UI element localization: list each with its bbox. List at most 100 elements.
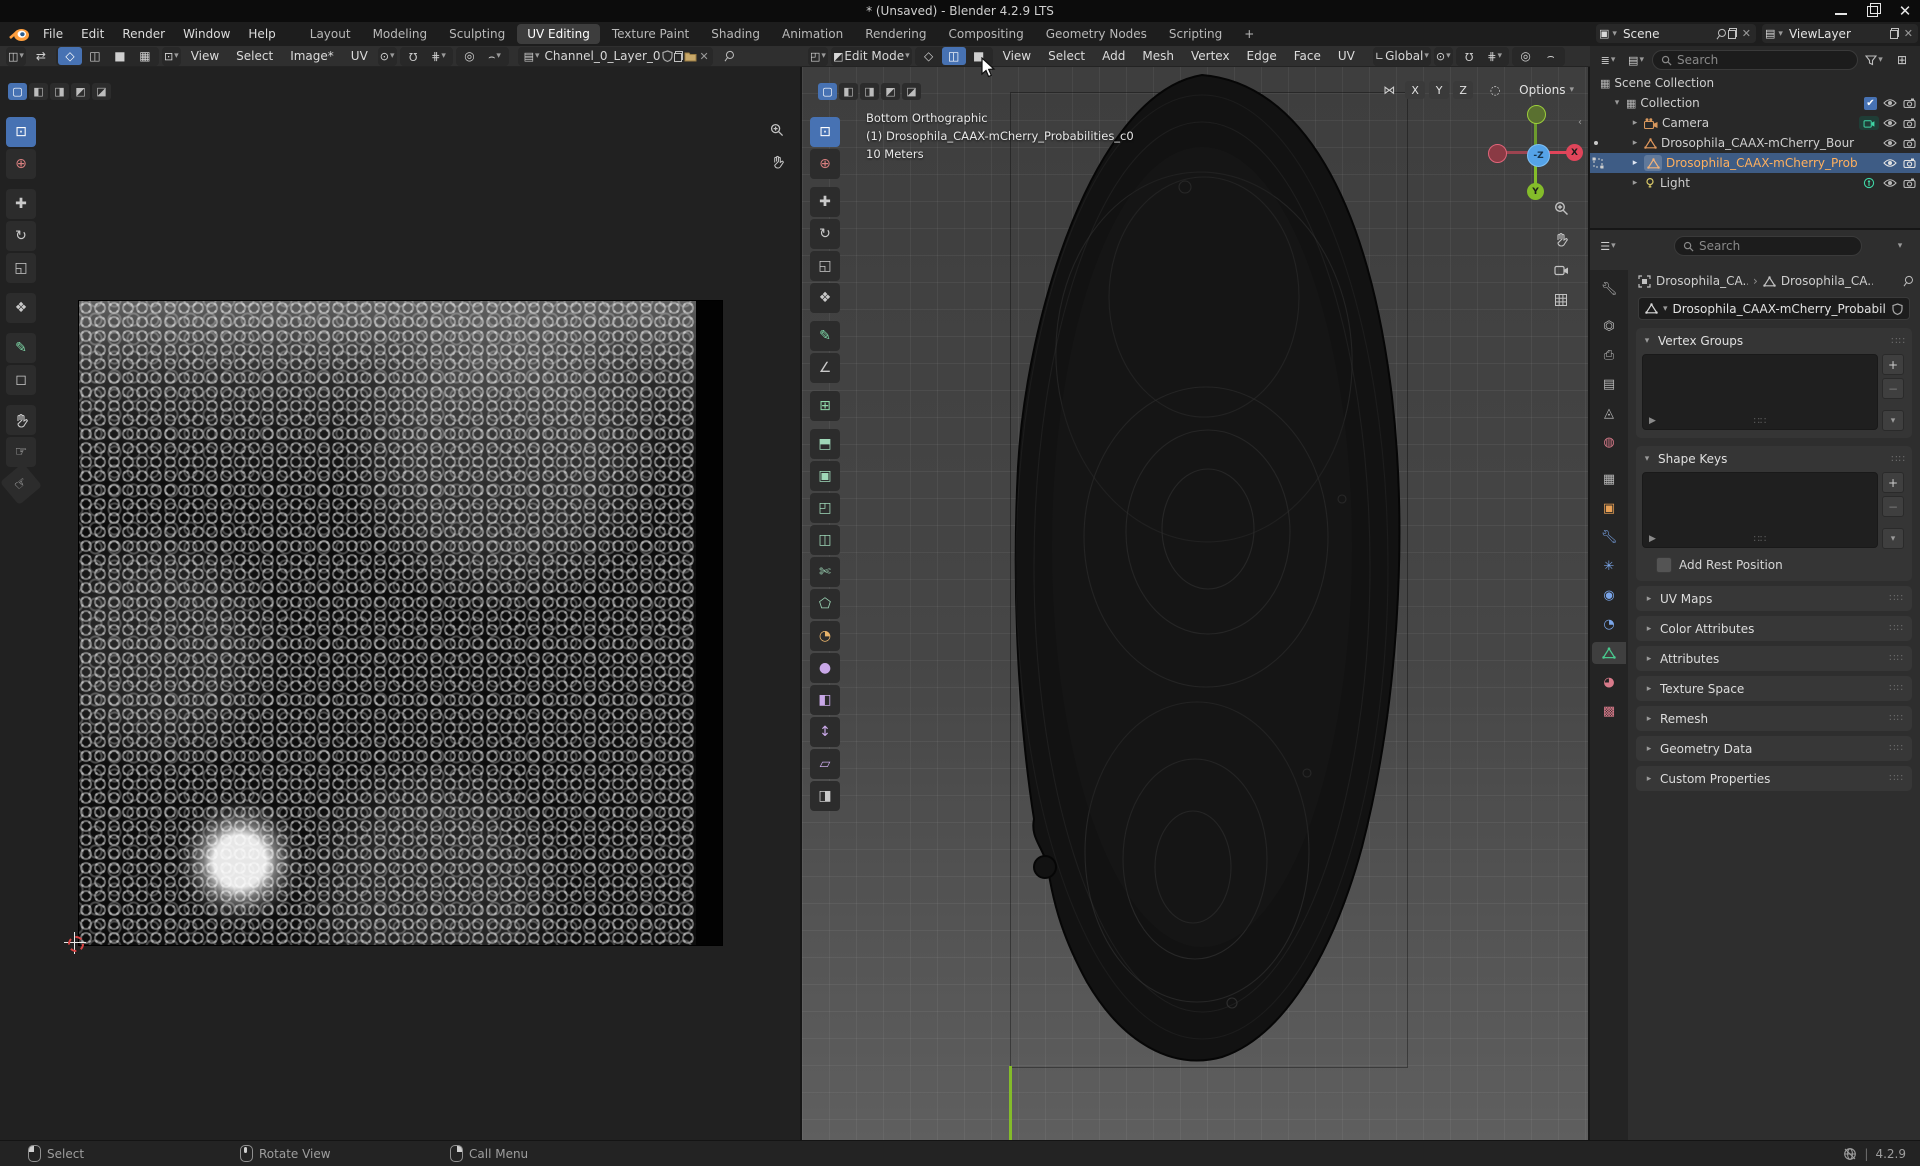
tab-material[interactable]: ◕ <box>1594 671 1624 693</box>
expand-icon[interactable]: ▶ <box>1649 534 1656 544</box>
select-invert-icon[interactable]: ◩ <box>71 83 90 100</box>
color-attributes-panel[interactable]: ▸Color Attributes∷∷ <box>1636 616 1912 641</box>
vp-menu-vertex[interactable]: Vertex <box>1184 49 1237 63</box>
gizmo-axis-y-neg[interactable] <box>1527 105 1546 124</box>
touch-gesture-tool[interactable]: ☞ <box>0 463 42 505</box>
mode-dropdown[interactable]: ◩ Edit Mode ▾ <box>831 47 912 66</box>
snap-magnet-icon[interactable]: Ω <box>1458 47 1482 65</box>
resize-grip-icon[interactable]: ∷∷ <box>1754 534 1767 545</box>
panel-grip-icon[interactable]: ∷∷ <box>1891 336 1906 347</box>
vp-menu-add[interactable]: Add <box>1095 49 1132 63</box>
viewport-3d[interactable]: Bottom Orthographic (1) Drosophila_CAAX-… <box>802 67 1590 1140</box>
select-intersect-icon[interactable]: ◪ <box>902 83 921 100</box>
pin-icon[interactable] <box>1899 273 1914 289</box>
select-subtract-icon[interactable]: ◨ <box>860 83 879 100</box>
menu-help[interactable]: Help <box>239 22 284 46</box>
navigation-gizmo[interactable]: -Z X Y <box>1488 105 1584 201</box>
scale-tool[interactable]: ◱ <box>6 253 36 283</box>
inset-faces-tool[interactable]: ▣ <box>810 461 840 491</box>
hide-eye-icon[interactable] <box>1883 98 1897 108</box>
sticky-selection-dropdown[interactable]: ⊡▾ <box>162 47 181 66</box>
restore-button[interactable] <box>1866 4 1880 18</box>
uv-menu-image[interactable]: Image* <box>283 49 341 63</box>
zoom-icon[interactable] <box>766 119 788 141</box>
display-mode-dropdown[interactable]: ≣▾ <box>1596 51 1620 69</box>
touch-select-tool[interactable]: ☞ <box>6 437 36 467</box>
perspective-toggle-icon[interactable] <box>1550 289 1572 311</box>
tab-constraints[interactable]: ◔ <box>1594 613 1624 635</box>
hide-eye-icon[interactable] <box>1883 118 1897 128</box>
vp-menu-uv[interactable]: UV <box>1331 49 1362 63</box>
tab-uv-editing[interactable]: UV Editing <box>517 24 600 44</box>
render-visibility-icon[interactable] <box>1903 178 1916 188</box>
remove-shape-key-button[interactable]: − <box>1882 496 1904 517</box>
uv-menu-select[interactable]: Select <box>229 49 280 63</box>
annotate-tool[interactable]: ✎ <box>810 321 840 351</box>
select-subtract-icon[interactable]: ◨ <box>50 83 69 100</box>
image-browse-dropdown[interactable]: ▤▾ <box>520 47 544 65</box>
measure-tool[interactable]: ∠ <box>810 353 840 383</box>
scene-selector[interactable]: ▣▾ Scene ✕ <box>1596 24 1756 43</box>
gizmo-axis-x-neg[interactable] <box>1488 144 1507 163</box>
move-tool[interactable]: ✚ <box>810 187 840 217</box>
panel-grip-icon[interactable]: ∷∷ <box>1889 593 1904 604</box>
pan-hand-icon[interactable] <box>766 151 788 173</box>
uv-select-mode-edge[interactable]: ◫ <box>83 47 107 65</box>
tweak-fallback-icon[interactable]: ◌ <box>1483 81 1507 99</box>
add-rest-position-checkbox[interactable] <box>1656 557 1672 573</box>
close-button[interactable]: ✕ <box>1898 4 1912 18</box>
viewlayer-selector[interactable]: ▤▾ ViewLayer ✕ <box>1762 24 1918 43</box>
close-icon[interactable]: ✕ <box>1902 27 1915 40</box>
remesh-panel[interactable]: ▸Remesh∷∷ <box>1636 706 1912 731</box>
panel-grip-icon[interactable]: ∷∷ <box>1891 454 1906 465</box>
pan-hand-icon[interactable] <box>1550 228 1572 250</box>
add-workspace-button[interactable]: + <box>1234 24 1264 44</box>
texture-space-panel[interactable]: ▸Texture Space∷∷ <box>1636 676 1912 701</box>
tab-animation[interactable]: Animation <box>772 24 853 44</box>
disclosure-icon[interactable]: ▾ <box>1612 98 1622 108</box>
tab-shading[interactable]: Shading <box>701 24 770 44</box>
image-name[interactable]: Channel_0_Layer_0 <box>545 49 661 63</box>
vp-menu-view[interactable]: View <box>996 49 1038 63</box>
mirror-x-button[interactable]: X <box>1405 81 1425 99</box>
render-visibility-icon[interactable] <box>1903 118 1916 128</box>
camera-view-icon[interactable] <box>1550 259 1572 281</box>
select-extend-icon[interactable]: ◧ <box>29 83 48 100</box>
tab-modifiers[interactable]: 🔧︎ <box>1594 526 1624 548</box>
tab-texture[interactable]: ▩ <box>1594 700 1624 722</box>
disclosure-icon[interactable]: ▸ <box>1630 158 1640 168</box>
tab-render[interactable]: ⏣ <box>1594 315 1624 337</box>
vp-menu-mesh[interactable]: Mesh <box>1135 49 1181 63</box>
select-box-tool[interactable]: ⊡ <box>6 117 36 147</box>
pivot-dropdown[interactable]: ⊙▾ <box>1434 47 1453 66</box>
menu-render[interactable]: Render <box>113 22 174 46</box>
tab-sculpting[interactable]: Sculpting <box>439 24 515 44</box>
uv-editor[interactable]: ▢ ◧ ◨ ◩ ◪ ⊡ ⊕ ✚ ↻ ◱ ❖ ✎ ◻ ☞ ☞ <box>0 67 802 1140</box>
hide-eye-icon[interactable] <box>1883 138 1897 148</box>
edge-slide-tool[interactable]: ◧ <box>810 685 840 715</box>
disclosure-icon[interactable]: ▸ <box>1630 138 1640 148</box>
drosophila-mesh[interactable] <box>802 67 1590 1140</box>
uv-menu-uv[interactable]: UV <box>344 49 375 63</box>
falloff-curve-icon[interactable]: ⌢ <box>1539 47 1563 65</box>
gizmo-axis-z-view[interactable]: -Z <box>1527 144 1550 167</box>
tab-texture-paint[interactable]: Texture Paint <box>602 24 699 44</box>
minimize-button[interactable] <box>1834 4 1848 18</box>
snap-magnet-icon[interactable]: Ω <box>402 47 426 65</box>
transform-tool[interactable]: ❖ <box>6 293 36 323</box>
open-image-folder-icon[interactable] <box>684 51 697 62</box>
tab-world[interactable]: ◍ <box>1594 431 1624 453</box>
image-pin-toggle[interactable] <box>716 47 740 65</box>
gizmo-axis-x[interactable]: X <box>1566 144 1583 161</box>
tab-tool[interactable]: 🔧︎ <box>1594 278 1624 300</box>
fake-user-shield-icon[interactable] <box>662 50 673 62</box>
row-light[interactable]: ▸ Light <box>1590 173 1920 193</box>
unlink-image-icon[interactable]: ✕ <box>698 50 711 63</box>
select-intersect-icon[interactable]: ◪ <box>92 83 111 100</box>
panel-grip-icon[interactable]: ∷∷ <box>1889 683 1904 694</box>
tab-particles[interactable]: ✳ <box>1594 555 1624 577</box>
rip-region-tool[interactable]: ◨ <box>810 781 840 811</box>
row-drosophila-bour[interactable]: ▸ Drosophila_CAAX-mCherry_Bour <box>1590 133 1920 153</box>
transform-tool[interactable]: ❖ <box>810 283 840 313</box>
uv-texture-image[interactable] <box>78 300 723 946</box>
